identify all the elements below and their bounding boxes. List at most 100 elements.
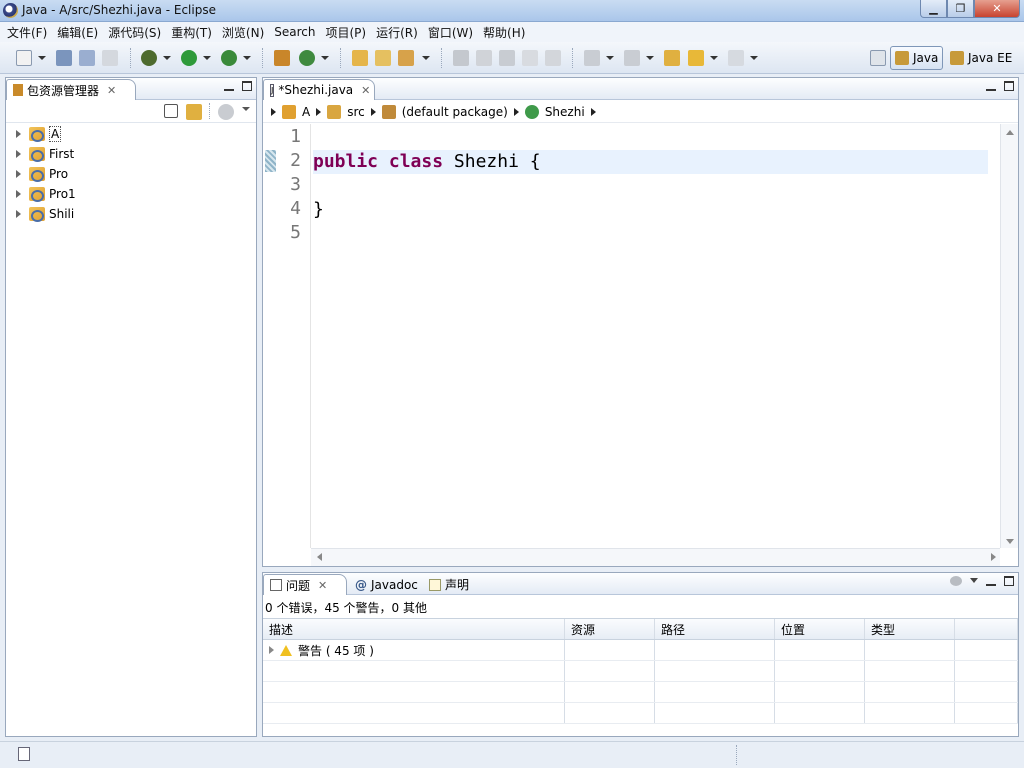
- perspective-java[interactable]: Java: [890, 46, 944, 70]
- menu-refactor[interactable]: 重构(T): [166, 24, 217, 41]
- external-tools-icon[interactable]: [221, 50, 237, 66]
- breadcrumb-src[interactable]: src: [347, 105, 365, 119]
- debug-dropdown-icon[interactable]: [163, 56, 171, 60]
- run-icon[interactable]: [181, 50, 197, 66]
- save-all-icon[interactable]: [79, 50, 95, 66]
- forward-icon[interactable]: [728, 50, 744, 66]
- vertical-scrollbar[interactable]: [1000, 124, 1018, 548]
- new-class-dropdown-icon[interactable]: [321, 56, 329, 60]
- maximize-view-icon[interactable]: [242, 81, 252, 91]
- expand-icon[interactable]: [16, 210, 21, 218]
- external-tools-dropdown-icon[interactable]: [243, 56, 251, 60]
- table-row[interactable]: 警告 ( 45 项 ): [263, 640, 1018, 661]
- code-editor[interactable]: 1 2 3 4 5 public class Shezhi { }: [263, 124, 1018, 566]
- expand-icon[interactable]: [16, 130, 21, 138]
- breadcrumb-class[interactable]: Shezhi: [545, 105, 585, 119]
- tab-javadoc[interactable]: @ Javadoc: [349, 574, 424, 595]
- expand-icon[interactable]: [16, 170, 21, 178]
- menu-source[interactable]: 源代码(S): [103, 24, 166, 41]
- tab-declaration[interactable]: 声明: [423, 574, 475, 595]
- breadcrumb-arrow-icon[interactable]: [271, 107, 276, 116]
- breadcrumb-arrow-icon[interactable]: [370, 107, 376, 116]
- previous-annotation-dropdown-icon[interactable]: [646, 56, 654, 60]
- run-dropdown-icon[interactable]: [203, 56, 211, 60]
- scroll-right-icon[interactable]: [991, 553, 996, 561]
- column-header-path[interactable]: 路径: [655, 619, 775, 639]
- tree-item-project[interactable]: Pro: [6, 164, 256, 184]
- menu-file[interactable]: 文件(F): [2, 24, 52, 41]
- tree-item-project[interactable]: First: [6, 144, 256, 164]
- breadcrumb-package[interactable]: (default package): [402, 105, 508, 119]
- back-dropdown-icon[interactable]: [710, 56, 718, 60]
- new-dropdown-icon[interactable]: [38, 56, 46, 60]
- close-tab-icon[interactable]: ✕: [107, 84, 116, 97]
- close-tab-icon[interactable]: ✕: [361, 84, 370, 97]
- breadcrumb-toggle-icon[interactable]: [499, 50, 515, 66]
- breadcrumb-arrow-icon[interactable]: [316, 107, 322, 116]
- toggle-annotation-icon[interactable]: [453, 50, 469, 66]
- link-with-editor-icon[interactable]: [186, 104, 202, 120]
- perspective-javaee[interactable]: Java EE: [946, 46, 1016, 70]
- maximize-button[interactable]: ❐: [947, 0, 974, 18]
- show-whitespace-icon[interactable]: [545, 50, 561, 66]
- maximize-view-icon[interactable]: [1004, 81, 1014, 91]
- minimize-button[interactable]: ▁: [920, 0, 947, 18]
- block-select-icon[interactable]: [522, 50, 538, 66]
- print-icon[interactable]: [102, 50, 118, 66]
- menu-project[interactable]: 项目(P): [321, 24, 372, 41]
- view-menu-icon[interactable]: [242, 107, 250, 111]
- menu-navigate[interactable]: 浏览(N): [217, 24, 269, 41]
- new-class-icon[interactable]: [299, 50, 315, 66]
- back-icon[interactable]: [688, 50, 704, 66]
- close-button[interactable]: ✕: [974, 0, 1020, 18]
- open-type-icon[interactable]: [352, 50, 368, 66]
- menu-window[interactable]: 窗口(W): [423, 24, 478, 41]
- menu-search[interactable]: Search: [269, 25, 320, 39]
- scroll-down-icon[interactable]: [1006, 539, 1014, 544]
- column-header-type[interactable]: 类型: [865, 619, 955, 639]
- forward-dropdown-icon[interactable]: [750, 56, 758, 60]
- open-folder-icon[interactable]: [375, 50, 391, 66]
- breadcrumb-project[interactable]: A: [302, 105, 310, 119]
- code-line-current[interactable]: public class Shezhi {: [313, 150, 988, 174]
- expand-icon[interactable]: [269, 646, 274, 654]
- menu-help[interactable]: 帮助(H): [478, 24, 530, 41]
- expand-icon[interactable]: [16, 190, 21, 198]
- new-icon[interactable]: [16, 50, 32, 66]
- filter-icon[interactable]: [218, 104, 234, 120]
- debug-icon[interactable]: [141, 50, 157, 66]
- column-header-resource[interactable]: 资源: [565, 619, 655, 639]
- horizontal-scrollbar[interactable]: [311, 548, 1000, 566]
- previous-annotation-icon[interactable]: [624, 50, 640, 66]
- tab-shezhi-java[interactable]: J *Shezhi.java ✕: [263, 79, 375, 100]
- minimize-view-icon[interactable]: [224, 81, 234, 91]
- tree-item-project[interactable]: Pro1: [6, 184, 256, 204]
- maximize-view-icon[interactable]: [1004, 576, 1014, 586]
- column-header-description[interactable]: 描述: [263, 619, 565, 639]
- tab-package-explorer[interactable]: 包资源管理器 ✕: [6, 79, 136, 100]
- breadcrumb-arrow-icon[interactable]: [513, 107, 519, 116]
- minimize-view-icon[interactable]: [986, 81, 996, 91]
- search-dropdown-icon[interactable]: [422, 56, 430, 60]
- tree-item-project[interactable]: A: [6, 124, 256, 144]
- scroll-up-icon[interactable]: [1006, 130, 1014, 135]
- close-tab-icon[interactable]: ✕: [318, 579, 327, 592]
- last-edit-icon[interactable]: [664, 50, 680, 66]
- menu-edit[interactable]: 编辑(E): [52, 24, 103, 41]
- next-annotation-icon[interactable]: [584, 50, 600, 66]
- tab-problems[interactable]: 问题 ✕: [263, 574, 347, 595]
- tree-item-project[interactable]: Shili: [6, 204, 256, 224]
- save-icon[interactable]: [56, 50, 72, 66]
- collapse-all-icon[interactable]: [164, 104, 178, 118]
- minimize-view-icon[interactable]: [986, 576, 996, 586]
- next-annotation-dropdown-icon[interactable]: [606, 56, 614, 60]
- search-icon[interactable]: [398, 50, 414, 66]
- filter-icon[interactable]: [950, 576, 962, 586]
- column-header-location[interactable]: 位置: [775, 619, 865, 639]
- open-perspective-icon[interactable]: [870, 50, 886, 66]
- expand-icon[interactable]: [16, 150, 21, 158]
- fast-view-icon[interactable]: [18, 747, 30, 761]
- breadcrumb-arrow-icon[interactable]: [590, 107, 596, 116]
- code-line[interactable]: }: [313, 198, 988, 222]
- menu-run[interactable]: 运行(R): [371, 24, 423, 41]
